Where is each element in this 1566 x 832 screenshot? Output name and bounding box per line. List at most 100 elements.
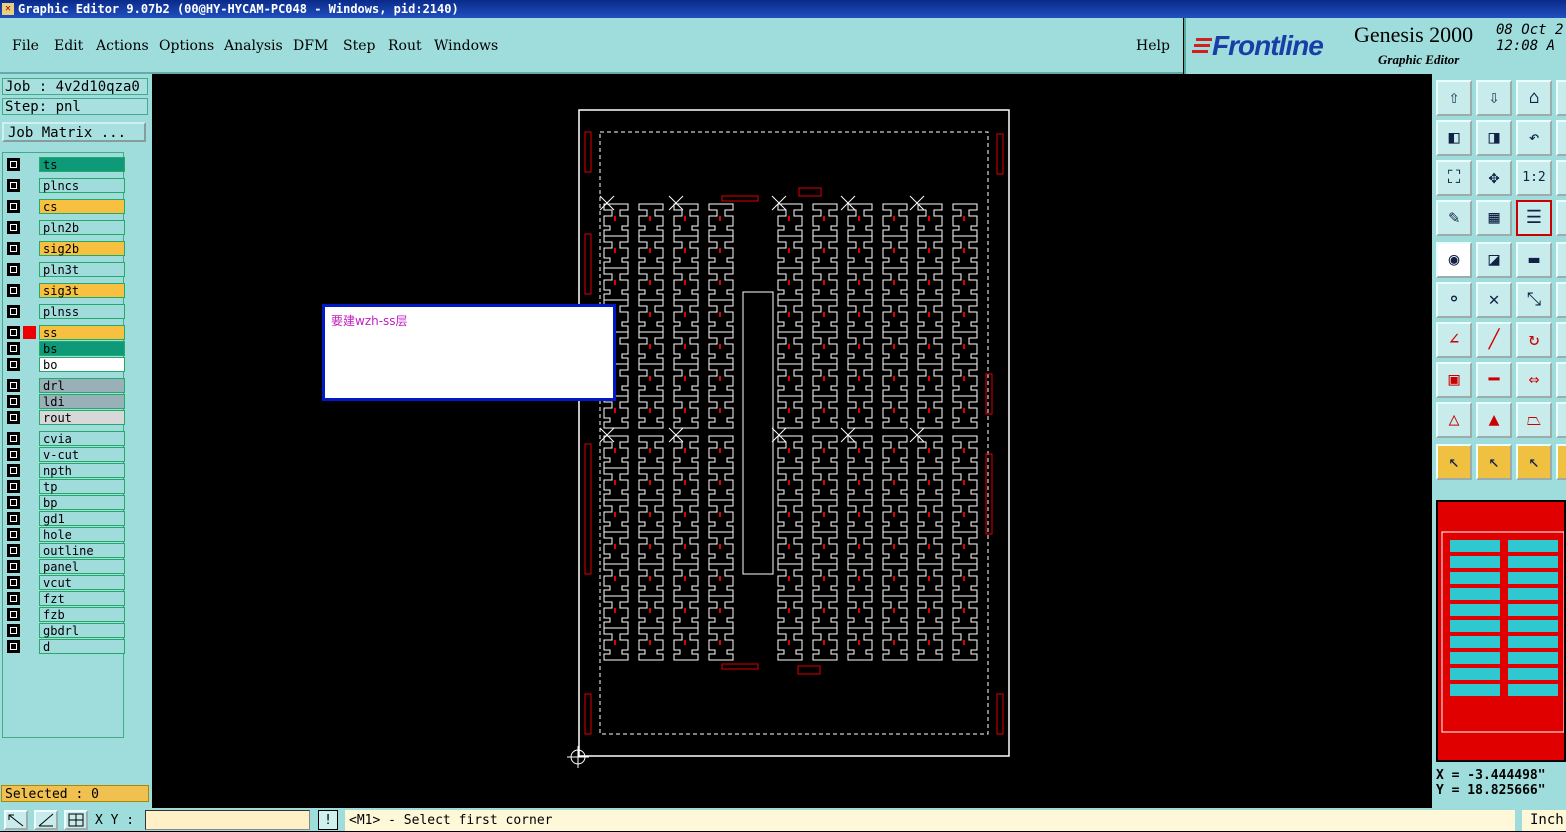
dimension-icon[interactable]: ⇔	[1516, 362, 1552, 398]
layer-name[interactable]: panel	[39, 559, 125, 574]
zoom-fit-icon[interactable]: ⛶	[1436, 160, 1472, 196]
dimension-extra-icon[interactable]: ▯	[1556, 362, 1566, 398]
layer-checkbox[interactable]	[7, 544, 20, 557]
layer-checkbox[interactable]	[7, 608, 20, 621]
pan-left-icon[interactable]: ◧	[1436, 120, 1472, 156]
layer-name[interactable]: outline	[39, 543, 125, 558]
layer-name[interactable]: bp	[39, 495, 125, 510]
menu-dfm[interactable]: DFM	[293, 38, 328, 54]
layer-checkbox[interactable]	[7, 200, 20, 213]
arc-rotate-icon[interactable]: ↻	[1516, 322, 1552, 358]
layer-name[interactable]: vcut	[39, 575, 125, 590]
layer-checkbox[interactable]	[7, 342, 20, 355]
menu-windows[interactable]: Windows	[434, 38, 498, 54]
layer-checkbox[interactable]	[7, 624, 20, 637]
layer-checkbox[interactable]	[7, 496, 20, 509]
layer-checkbox[interactable]	[7, 305, 20, 318]
layer-name[interactable]: plnss	[39, 304, 125, 319]
connect-icon[interactable]: ⚬	[1436, 282, 1472, 318]
note-popup[interactable]: 要建wzh-ss层	[322, 304, 616, 401]
menu-edit[interactable]: Edit	[54, 38, 83, 54]
snap-mode-icon[interactable]	[4, 810, 28, 830]
layer-name[interactable]: cvia	[39, 431, 125, 446]
ruler-icon[interactable]: ▬	[1516, 242, 1552, 278]
select-box-icon[interactable]: ↖	[1476, 444, 1512, 480]
zoom-center-icon[interactable]: ✥	[1476, 160, 1512, 196]
layer-checkbox[interactable]	[7, 592, 20, 605]
menu-file[interactable]: File	[12, 38, 39, 54]
layer-name[interactable]: gd1	[39, 511, 125, 526]
move-point-icon[interactable]: ⤡	[1516, 282, 1552, 318]
layer-checkbox[interactable]	[7, 379, 20, 392]
layer-checkbox[interactable]	[7, 640, 20, 653]
layer-name[interactable]: d	[39, 639, 125, 654]
select-arrow-icon[interactable]: ↖	[1436, 444, 1472, 480]
layer-name[interactable]: bo	[39, 357, 125, 372]
zoom-1-2-icon[interactable]: 1:2	[1516, 160, 1552, 196]
layer-checkbox[interactable]	[7, 395, 20, 408]
layer-checkbox[interactable]	[7, 221, 20, 234]
layer-checkbox[interactable]	[7, 263, 20, 276]
layer-checkbox[interactable]	[7, 158, 20, 171]
layer-name[interactable]: pln3t	[39, 262, 125, 277]
layer-name[interactable]: sig3t	[39, 283, 125, 298]
select-highlight-icon[interactable]: ↖	[1516, 444, 1552, 480]
pan-right-icon[interactable]: ◨	[1476, 120, 1512, 156]
measure-shape-icon[interactable]: ◪	[1476, 242, 1512, 278]
feature-info-icon[interactable]: ◉	[1436, 242, 1472, 278]
layer-checkbox[interactable]	[7, 576, 20, 589]
grid-icon[interactable]: ▦	[1476, 200, 1512, 236]
layer-name[interactable]: v-cut	[39, 447, 125, 462]
ruler-extra-icon[interactable]: ▯	[1556, 242, 1566, 278]
line-angle-icon[interactable]: ∠	[1436, 322, 1472, 358]
menu-options[interactable]: Options	[159, 38, 214, 54]
xy-input[interactable]	[145, 810, 310, 830]
layer-checkbox[interactable]	[7, 326, 20, 339]
overview-thumbnail[interactable]	[1436, 500, 1566, 762]
delete-x-icon[interactable]: ✕	[1476, 282, 1512, 318]
triangle-outline-icon[interactable]: ▲	[1476, 402, 1512, 438]
layer-name[interactable]: tp	[39, 479, 125, 494]
layer-checkbox[interactable]	[7, 448, 20, 461]
layer-name[interactable]: drl	[39, 378, 125, 393]
menu-actions[interactable]: Actions	[96, 38, 149, 54]
layer-name[interactable]: pln2b	[39, 220, 125, 235]
menu-analysis[interactable]: Analysis	[224, 38, 283, 54]
grid-mode-icon[interactable]	[64, 810, 88, 830]
layer-checkbox[interactable]	[7, 432, 20, 445]
layer-checkbox[interactable]	[7, 560, 20, 573]
home-bottom-icon[interactable]: ⇩	[1476, 80, 1512, 116]
layers-icon[interactable]: ☰	[1516, 200, 1552, 236]
layer-name[interactable]: fzt	[39, 591, 125, 606]
angle-mode-icon[interactable]	[34, 810, 58, 830]
move-extra-icon[interactable]: ▯	[1556, 282, 1566, 318]
layer-name[interactable]: ldi	[39, 394, 125, 409]
layer-checkbox[interactable]	[7, 179, 20, 192]
triangle-add-icon[interactable]: △	[1436, 402, 1472, 438]
layer-name[interactable]: gbdrl	[39, 623, 125, 638]
layer-checkbox[interactable]	[7, 528, 20, 541]
zoom-extra-icon[interactable]: ▯	[1556, 160, 1566, 196]
layer-name[interactable]: fzb	[39, 607, 125, 622]
graphic-canvas[interactable]	[152, 74, 1432, 808]
home-icon[interactable]: ⌂	[1516, 80, 1552, 116]
home-right-icon[interactable]: ▯	[1556, 80, 1566, 116]
layer-name[interactable]: ts	[39, 157, 125, 172]
menu-rout[interactable]: Rout	[388, 38, 422, 54]
units-toggle[interactable]: Inch	[1522, 810, 1566, 831]
layer-name[interactable]: ss	[39, 325, 125, 340]
trapezoid-extra-icon[interactable]: ▯	[1556, 402, 1566, 438]
layer-checkbox[interactable]	[7, 358, 20, 371]
trapezoid-icon[interactable]: ⏢	[1516, 402, 1552, 438]
line-horizontal-icon[interactable]: ━	[1476, 362, 1512, 398]
layer-checkbox[interactable]	[7, 480, 20, 493]
layer-name[interactable]: cs	[39, 199, 125, 214]
select-extra-icon[interactable]: ▯	[1556, 444, 1566, 480]
layer-name[interactable]: bs	[39, 341, 125, 356]
menu-help[interactable]: Help	[1136, 38, 1170, 54]
layer-name[interactable]: plncs	[39, 178, 125, 193]
warning-icon[interactable]: !	[318, 810, 338, 830]
layer-name[interactable]: rout	[39, 410, 125, 425]
layer-checkbox[interactable]	[7, 411, 20, 424]
layer-name[interactable]: npth	[39, 463, 125, 478]
